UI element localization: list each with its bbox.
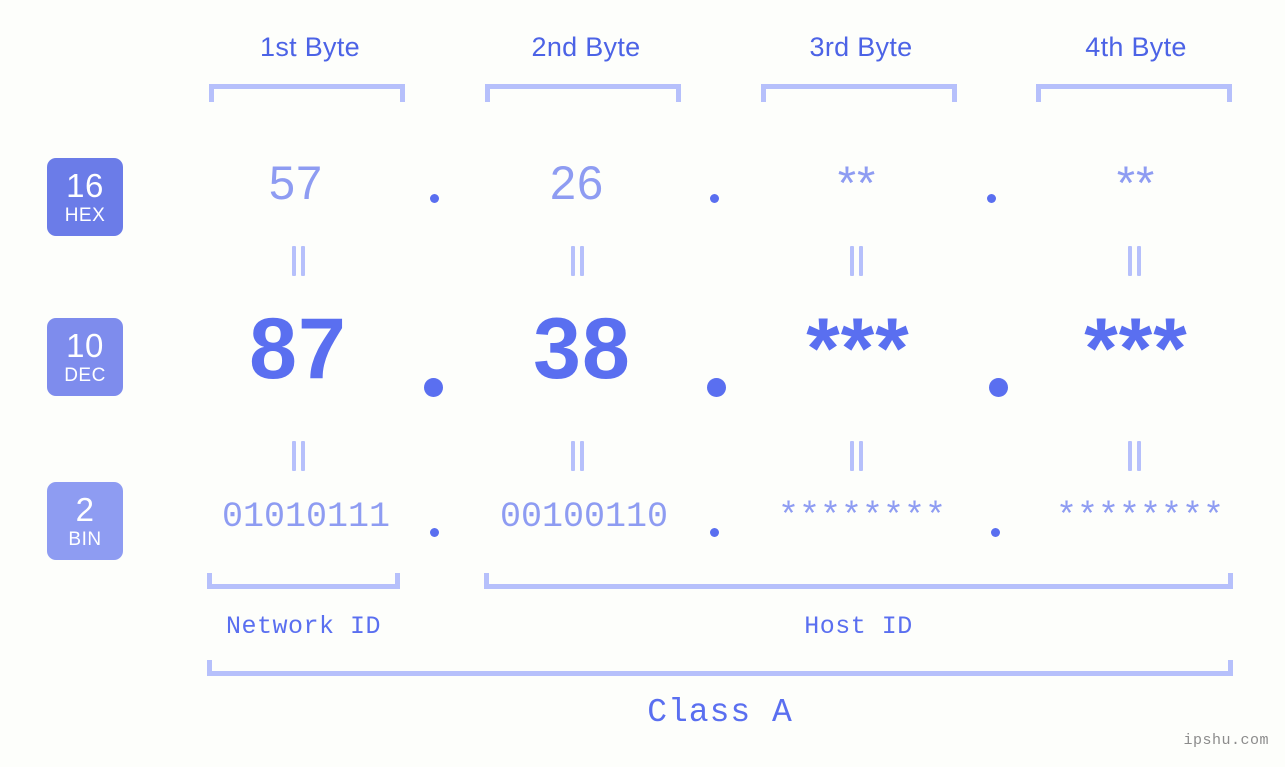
byte-bracket-3 (761, 84, 957, 102)
hex-separator-2 (710, 194, 719, 203)
dec-byte-3: *** (806, 301, 910, 397)
equals-connector-hex-dec-1 (292, 246, 307, 276)
byte-header-2: 2nd Byte (531, 32, 641, 62)
equals-connector-hex-dec-4 (1128, 246, 1143, 276)
base-badge-bin: 2 BIN (47, 482, 123, 560)
dec-separator-2 (707, 378, 726, 397)
base-badge-dec-number: 10 (66, 327, 104, 364)
bin-separator-2 (710, 528, 719, 537)
hex-separator-3 (987, 194, 996, 203)
network-id-bracket (207, 573, 400, 589)
equals-connector-dec-bin-4 (1128, 441, 1143, 471)
equals-connector-dec-bin-1 (292, 441, 307, 471)
base-badge-hex-name: HEX (64, 205, 106, 226)
base-badge-hex-number: 16 (66, 167, 104, 204)
base-badge-hex: 16 HEX (47, 158, 123, 236)
hex-byte-3: ** (837, 156, 877, 209)
class-bracket (207, 660, 1233, 676)
bin-byte-4: ******** (1055, 497, 1225, 537)
network-id-label: Network ID (225, 612, 382, 641)
bin-separator-3 (991, 528, 1000, 537)
byte-header-3: 3rd Byte (809, 32, 913, 62)
byte-header-1: 1st Byte (260, 32, 360, 62)
equals-connector-hex-dec-2 (571, 246, 586, 276)
ip-address-breakdown-diagram: 1st Byte 2nd Byte 3rd Byte 4th Byte 16 H… (0, 0, 1285, 767)
class-label: Class A (647, 694, 793, 731)
bin-byte-3: ******** (777, 497, 947, 537)
dec-separator-1 (424, 378, 443, 397)
bin-byte-2: 00100110 (499, 497, 669, 537)
equals-connector-dec-bin-2 (571, 441, 586, 471)
host-id-label: Host ID (804, 612, 913, 641)
dec-byte-1: 87 (249, 301, 347, 397)
equals-connector-dec-bin-3 (850, 441, 865, 471)
byte-bracket-1 (209, 84, 405, 102)
bin-byte-1: 01010111 (221, 497, 391, 537)
hex-byte-2: 26 (549, 156, 605, 209)
host-id-bracket (484, 573, 1233, 589)
base-badge-bin-number: 2 (75, 491, 95, 528)
hex-byte-4: ** (1116, 156, 1156, 209)
base-badge-dec: 10 DEC (47, 318, 123, 396)
hex-separator-1 (430, 194, 439, 203)
watermark: ipshu.com (1183, 732, 1269, 749)
dec-separator-3 (989, 378, 1008, 397)
dec-byte-2: 38 (533, 301, 631, 397)
byte-header-4: 4th Byte (1085, 32, 1187, 62)
base-badge-dec-name: DEC (64, 365, 106, 386)
byte-bracket-2 (485, 84, 681, 102)
bin-separator-1 (430, 528, 439, 537)
dec-byte-4: *** (1084, 301, 1188, 397)
base-badge-bin-name: BIN (68, 529, 102, 550)
hex-byte-1: 57 (268, 156, 324, 209)
equals-connector-hex-dec-3 (850, 246, 865, 276)
byte-bracket-4 (1036, 84, 1232, 102)
